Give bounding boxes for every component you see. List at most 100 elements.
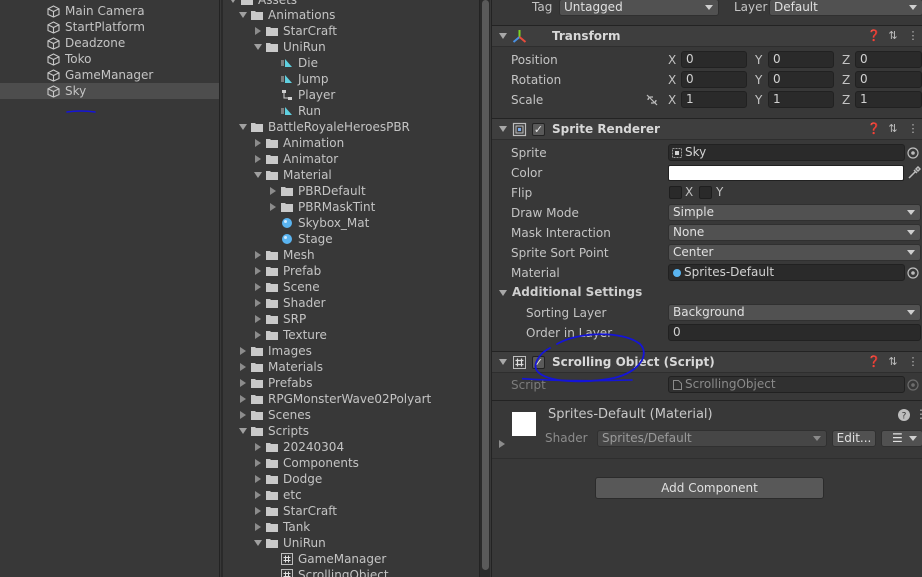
kebab-menu-icon[interactable]: ⋮: [907, 122, 919, 136]
expand-arrow-icon[interactable]: [239, 428, 247, 434]
collapsed-arrow-icon[interactable]: [270, 203, 276, 211]
scale-x-axis-label[interactable]: X: [668, 92, 676, 108]
rotation-x-axis-label[interactable]: X: [668, 72, 676, 88]
add-component-button[interactable]: Add Component: [595, 477, 824, 499]
position-z-input[interactable]: 0: [855, 51, 922, 68]
project-scrollbar[interactable]: [479, 0, 490, 577]
object-picker-icon[interactable]: [906, 266, 920, 280]
project-item-label: Animations: [268, 8, 336, 22]
draw-mode-dropdown[interactable]: Simple: [668, 204, 921, 221]
expand-arrow-icon[interactable]: [239, 12, 247, 18]
hierarchy-item[interactable]: StartPlatform: [0, 19, 219, 35]
hierarchy-item[interactable]: GameManager: [0, 67, 219, 83]
preset-icon[interactable]: ⇅: [887, 122, 899, 136]
rotation-y-input[interactable]: 0: [768, 71, 834, 88]
scrolling-object-header[interactable]: ✓ Scrolling Object (Script) ❓ ⇅ ⋮: [492, 351, 922, 373]
additional-settings-arrow-icon[interactable]: [499, 290, 507, 296]
hierarchy-item[interactable]: Sky: [0, 83, 219, 99]
collapsed-arrow-icon[interactable]: [255, 459, 261, 467]
position-z-axis-label[interactable]: Z: [842, 52, 850, 68]
collapsed-arrow-icon[interactable]: [255, 251, 261, 259]
kebab-menu-icon[interactable]: ⋮: [907, 29, 919, 43]
expand-arrow-icon[interactable]: [254, 172, 262, 178]
material-expand-arrow-icon[interactable]: [499, 440, 505, 448]
kebab-menu-icon[interactable]: ⋮: [915, 407, 922, 421]
animation-clip-icon: [281, 107, 292, 115]
sort-point-dropdown[interactable]: Center: [668, 244, 921, 261]
flip-x-checkbox[interactable]: [669, 186, 682, 199]
help-icon[interactable]: ❓: [867, 29, 881, 43]
collapsed-arrow-icon[interactable]: [240, 395, 246, 403]
scale-x-input[interactable]: 1: [681, 91, 747, 108]
scale-z-axis-label[interactable]: Z: [842, 92, 850, 108]
collapsed-arrow-icon[interactable]: [270, 187, 276, 195]
additional-settings-foldout[interactable]: Additional Settings: [512, 285, 642, 299]
scrollbar-thumb[interactable]: [482, 0, 489, 570]
help-icon[interactable]: ?: [897, 408, 911, 422]
eyedropper-icon[interactable]: [907, 166, 921, 180]
hierarchy-item[interactable]: Toko: [0, 51, 219, 67]
shader-dropdown[interactable]: Sprites/Default: [597, 430, 827, 447]
rotation-z-input[interactable]: 0: [855, 71, 922, 88]
collapsed-arrow-icon[interactable]: [255, 331, 261, 339]
project-item-label: Images: [268, 344, 312, 358]
help-icon[interactable]: ❓: [867, 122, 881, 136]
position-y-input[interactable]: 0: [768, 51, 834, 68]
enable-checkbox[interactable]: ✓: [532, 356, 545, 369]
expand-arrow-icon[interactable]: [239, 124, 247, 130]
scale-y-axis-label[interactable]: Y: [755, 92, 762, 108]
preset-icon[interactable]: ⇅: [887, 355, 899, 369]
collapsed-arrow-icon[interactable]: [255, 267, 261, 275]
rotation-x-input[interactable]: 0: [681, 71, 747, 88]
flip-y-checkbox[interactable]: [699, 186, 712, 199]
collapsed-arrow-icon[interactable]: [240, 347, 246, 355]
transform-header[interactable]: Transform ❓ ⇅ ⋮: [492, 25, 922, 47]
constrain-proportions-icon[interactable]: [645, 93, 659, 107]
tag-dropdown[interactable]: Untagged: [559, 0, 719, 16]
layer-dropdown[interactable]: Default: [769, 0, 922, 16]
position-x-axis-label[interactable]: X: [668, 52, 676, 68]
material-object-field[interactable]: Sprites-Default: [668, 264, 905, 281]
collapse-arrow-icon[interactable]: [499, 359, 507, 365]
edit-shader-button[interactable]: Edit...: [832, 430, 876, 447]
collapsed-arrow-icon[interactable]: [255, 507, 261, 515]
collapsed-arrow-icon[interactable]: [255, 27, 261, 35]
help-icon[interactable]: ❓: [867, 355, 881, 369]
collapsed-arrow-icon[interactable]: [255, 523, 261, 531]
shader-options-button[interactable]: ☰: [881, 430, 922, 447]
enable-checkbox[interactable]: ✓: [532, 123, 545, 136]
sorting-layer-dropdown[interactable]: Background: [668, 304, 921, 321]
collapsed-arrow-icon[interactable]: [255, 475, 261, 483]
collapsed-arrow-icon[interactable]: [255, 155, 261, 163]
scale-z-input[interactable]: 1: [855, 91, 922, 108]
collapse-arrow-icon[interactable]: [499, 33, 507, 39]
expand-arrow-icon[interactable]: [229, 0, 237, 3]
expand-arrow-icon[interactable]: [254, 540, 262, 546]
collapsed-arrow-icon[interactable]: [255, 491, 261, 499]
sprite-renderer-header[interactable]: ✓ Sprite Renderer ❓ ⇅ ⋮: [492, 118, 922, 140]
rotation-y-axis-label[interactable]: Y: [755, 72, 762, 88]
hierarchy-item[interactable]: Deadzone: [0, 35, 219, 51]
preset-icon[interactable]: ⇅: [887, 29, 899, 43]
collapsed-arrow-icon[interactable]: [255, 443, 261, 451]
expand-arrow-icon[interactable]: [254, 44, 262, 50]
scale-y-input[interactable]: 1: [768, 91, 834, 108]
collapsed-arrow-icon[interactable]: [255, 299, 261, 307]
collapsed-arrow-icon[interactable]: [240, 411, 246, 419]
collapsed-arrow-icon[interactable]: [240, 379, 246, 387]
kebab-menu-icon[interactable]: ⋮: [907, 355, 919, 369]
mask-interaction-dropdown[interactable]: None: [668, 224, 921, 241]
position-y-axis-label[interactable]: Y: [755, 52, 762, 68]
object-picker-icon[interactable]: [906, 146, 920, 160]
position-x-input[interactable]: 0: [681, 51, 747, 68]
collapse-arrow-icon[interactable]: [499, 126, 507, 132]
collapsed-arrow-icon[interactable]: [255, 283, 261, 291]
hierarchy-item[interactable]: Main Camera: [0, 3, 219, 19]
collapsed-arrow-icon[interactable]: [240, 363, 246, 371]
collapsed-arrow-icon[interactable]: [255, 315, 261, 323]
sprite-object-field[interactable]: Sky: [668, 144, 905, 161]
rotation-z-axis-label[interactable]: Z: [842, 72, 850, 88]
color-swatch[interactable]: [668, 165, 904, 181]
order-in-layer-input[interactable]: 0: [668, 324, 921, 341]
collapsed-arrow-icon[interactable]: [255, 139, 261, 147]
